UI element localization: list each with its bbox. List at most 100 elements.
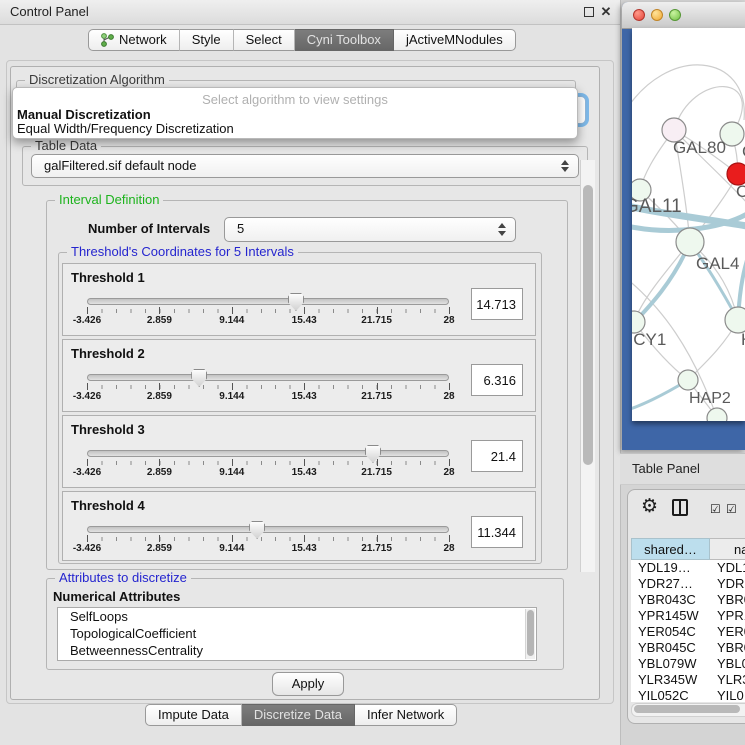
- node-label: GAL11: [632, 196, 682, 218]
- algorithm-dropdown-popup: Select algorithm to view settings Manual…: [12, 87, 578, 139]
- number-of-intervals-value: 5: [237, 221, 244, 236]
- slider-track[interactable]: [87, 526, 449, 533]
- split-columns-icon[interactable]: [672, 499, 688, 516]
- table-row[interactable]: YER054CYER0: [631, 624, 745, 640]
- node-bottom: [707, 408, 727, 421]
- tab-discretize-data-label: Discretize Data: [254, 704, 342, 726]
- tick-label: 2.859: [147, 543, 172, 554]
- top-tab-strip: Network Style Select Cyni Toolbox jActiv…: [88, 29, 516, 51]
- slider-ticks: [87, 461, 449, 465]
- tab-network[interactable]: Network: [88, 29, 180, 51]
- tab-select-label: Select: [246, 29, 282, 51]
- float-window-icon[interactable]: [582, 5, 596, 19]
- tab-impute-data[interactable]: Impute Data: [145, 704, 242, 726]
- tick-label: -3.426: [73, 391, 101, 402]
- tick-label: 15.43: [292, 315, 317, 326]
- tab-discretize-data[interactable]: Discretize Data: [242, 704, 355, 726]
- algorithm-option-equal-width[interactable]: Equal Width/Frequency Discretization: [17, 121, 234, 136]
- network-graph: [632, 28, 745, 421]
- table-panel: ⚙ ☑ ☑ shared… na YDL19…YDL1 YDR27…YDR2 Y…: [627, 489, 745, 724]
- threshold-2-slider[interactable]: -3.426 2.859 9.144 15.43 21.715 28: [87, 368, 449, 408]
- threshold-1-value-field[interactable]: 14.713: [471, 288, 523, 320]
- tab-style[interactable]: Style: [180, 29, 234, 51]
- close-traffic-light-icon[interactable]: [633, 9, 645, 21]
- tab-impute-data-label: Impute Data: [158, 704, 229, 726]
- threshold-3-value-field[interactable]: 21.4: [471, 440, 523, 472]
- close-icon[interactable]: ✕: [599, 5, 613, 19]
- number-of-intervals-combobox[interactable]: 5: [224, 217, 516, 242]
- panel-scrollbar[interactable]: [580, 160, 595, 572]
- table-horizontal-scrollbar-thumb[interactable]: [634, 705, 740, 713]
- list-item[interactable]: SelfLoops: [58, 608, 536, 625]
- attributes-group: Attributes to discretize Numerical Attri…: [46, 578, 564, 670]
- threshold-2-box: Threshold 2 -3.426 2.859 9.144 15.43 21.…: [62, 339, 536, 412]
- table-row[interactable]: YBL079WYBL0: [631, 656, 745, 672]
- network-tab-icon: [101, 33, 114, 47]
- app-root: Control Panel ✕ Network Style: [0, 0, 745, 745]
- threshold-2-label: Threshold 2: [71, 346, 145, 361]
- table-row[interactable]: YBR045CYBR0: [631, 640, 745, 656]
- tick-label: -3.426: [73, 467, 101, 478]
- network-canvas[interactable]: GAL80 GA GAL11 C GAL4 GCY1 H HAP2: [632, 28, 745, 421]
- tab-infer-network[interactable]: Infer Network: [355, 704, 457, 726]
- table-row[interactable]: YDL19…YDL1: [631, 560, 745, 576]
- checkbox-checked-icon[interactable]: ☑: [726, 502, 737, 516]
- gear-icon[interactable]: ⚙: [641, 495, 658, 517]
- algorithm-placeholder: Select algorithm to view settings: [13, 92, 577, 107]
- tick-label: 2.859: [147, 315, 172, 326]
- tick-label: -3.426: [73, 543, 101, 554]
- table-row[interactable]: YLR345WYLR3: [631, 672, 745, 688]
- list-item[interactable]: TopologicalCoefficient: [58, 625, 536, 642]
- node-label: C: [736, 182, 745, 202]
- tab-select[interactable]: Select: [234, 29, 295, 51]
- panel-scrollbar-thumb[interactable]: [583, 185, 593, 465]
- apply-button[interactable]: Apply: [272, 672, 344, 696]
- number-of-intervals-label: Number of Intervals: [88, 221, 210, 236]
- tab-cyni-toolbox-label: Cyni Toolbox: [307, 29, 381, 51]
- minimize-traffic-light-icon[interactable]: [651, 9, 663, 21]
- slider-track[interactable]: [87, 450, 449, 457]
- threshold-3-slider[interactable]: -3.426 2.859 9.144 15.43 21.715 28: [87, 444, 449, 484]
- tick-label: 9.144: [219, 391, 244, 402]
- network-window-titlebar[interactable]: [622, 2, 745, 29]
- table-row[interactable]: YPR145WYPR1: [631, 608, 745, 624]
- slider-track[interactable]: [87, 374, 449, 381]
- table-row[interactable]: YDR27…YDR2: [631, 576, 745, 592]
- table-horizontal-scrollbar[interactable]: [631, 703, 745, 717]
- threshold-4-value-field[interactable]: 11.344: [471, 516, 523, 548]
- tick-label: 28: [443, 543, 454, 554]
- threshold-4-slider[interactable]: -3.426 2.859 9.144 15.43 21.715 28: [87, 520, 449, 560]
- checkbox-checked-icon[interactable]: ☑: [710, 502, 721, 516]
- tick-label: 21.715: [361, 315, 392, 326]
- control-panel-titlebar[interactable]: Control Panel ✕: [0, 0, 620, 25]
- threshold-3-box: Threshold 3 -3.426 2.859 9.144 15.43 21.…: [62, 415, 536, 488]
- table-data-combobox[interactable]: galFiltered.sif default node: [31, 154, 579, 178]
- network-view-window: GAL80 GA GAL11 C GAL4 GCY1 H HAP2: [622, 2, 745, 450]
- threshold-2-value-field[interactable]: 6.316: [471, 364, 523, 396]
- algorithm-option-manual[interactable]: Manual Discretization: [17, 107, 151, 122]
- tab-style-label: Style: [192, 29, 221, 51]
- tab-jactivemnodules[interactable]: jActiveMNodules: [394, 29, 516, 51]
- tick-label: 21.715: [361, 543, 392, 554]
- column-header-name[interactable]: na: [710, 538, 745, 560]
- node-label: GAL4: [696, 254, 739, 274]
- slider-ticks: [87, 385, 449, 389]
- table-panel-titlebar: Table Panel: [620, 453, 745, 485]
- threshold-1-slider[interactable]: -3.426 2.859 9.144 15.43 21.715 28: [87, 292, 449, 332]
- table-row[interactable]: YBR043CYBR0: [631, 592, 745, 608]
- list-scrollbar[interactable]: [525, 609, 535, 659]
- zoom-traffic-light-icon[interactable]: [669, 9, 681, 21]
- column-header-shared-name[interactable]: shared…: [631, 538, 710, 560]
- table-row[interactable]: YIL052CYIL0: [631, 688, 745, 702]
- tab-cyni-toolbox[interactable]: Cyni Toolbox: [295, 29, 394, 51]
- slider-track[interactable]: [87, 298, 449, 305]
- node-label: GCY1: [632, 330, 666, 350]
- tick-label: 2.859: [147, 391, 172, 402]
- numerical-attributes-list[interactable]: SelfLoops TopologicalCoefficient Between…: [57, 607, 537, 661]
- threshold-4-label: Threshold 4: [71, 498, 145, 513]
- tab-network-label: Network: [119, 29, 167, 51]
- node-gal4: [676, 228, 704, 256]
- list-item[interactable]: BetweennessCentrality: [58, 642, 536, 659]
- thresholds-group-title: Threshold's Coordinates for 5 Intervals: [67, 244, 298, 259]
- bottom-tab-strip: Impute Data Discretize Data Infer Networ…: [145, 704, 457, 726]
